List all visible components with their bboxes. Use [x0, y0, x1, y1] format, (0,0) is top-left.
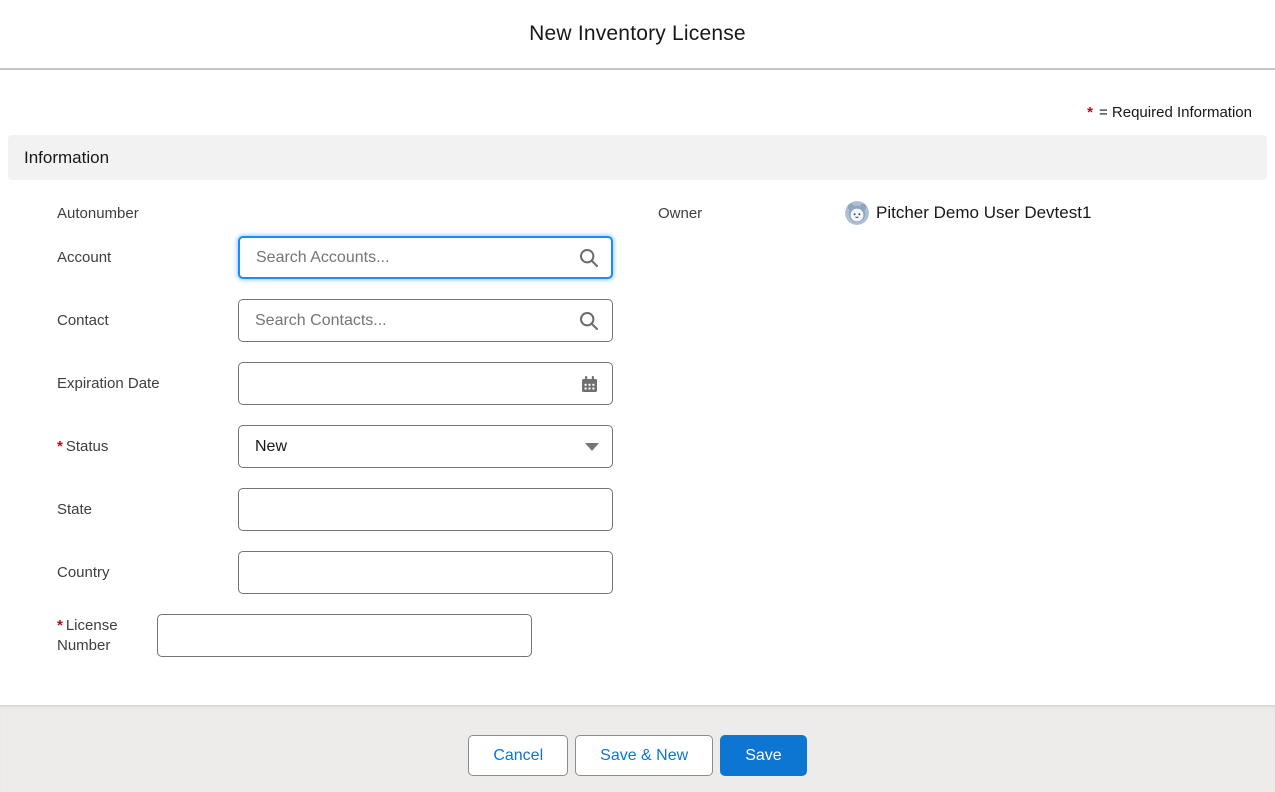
required-note: * = Required Information — [8, 70, 1267, 135]
page-title: New Inventory License — [529, 22, 746, 46]
expiration-date-input[interactable] — [238, 362, 613, 405]
license-number-field-wrap — [157, 614, 532, 657]
save-button[interactable]: Save — [720, 735, 806, 776]
owner-name: Pitcher Demo User Devtest1 — [876, 203, 1091, 223]
field-row-expiration-date: Expiration Date — [57, 362, 637, 405]
field-row-contact: Contact — [57, 299, 637, 342]
expiration-date-picker — [238, 362, 613, 405]
field-label-state: State — [57, 500, 238, 520]
field-row-account: Account — [57, 236, 637, 279]
account-lookup — [238, 236, 613, 279]
field-label-expiration-date: Expiration Date — [57, 374, 238, 394]
field-label-contact: Contact — [57, 311, 238, 331]
required-asterisk: * — [1087, 104, 1093, 121]
contact-lookup — [238, 299, 613, 342]
license-number-input[interactable] — [157, 614, 532, 657]
field-row-country: Country — [57, 551, 637, 594]
required-asterisk: * — [57, 438, 63, 455]
account-search-input[interactable] — [238, 236, 613, 279]
state-field-wrap — [238, 488, 613, 531]
owner-value: Pitcher Demo User Devtest1 — [845, 201, 1091, 225]
field-row-owner: Owner — [658, 201, 1267, 225]
field-row-license-number: *License Number — [57, 614, 637, 657]
field-row-state: State — [57, 488, 637, 531]
modal-header: New Inventory License — [0, 0, 1275, 70]
section-title: Information — [24, 148, 109, 168]
section-header-information: Information — [8, 135, 1267, 180]
field-row-status: *Status New — [57, 425, 637, 468]
field-label-status: *Status — [57, 437, 238, 457]
required-asterisk: * — [57, 617, 63, 634]
field-label-country: Country — [57, 563, 238, 583]
modal-body: * = Required Information Information Auto… — [0, 70, 1275, 677]
form-grid: Autonumber Account — [8, 180, 1267, 677]
country-field-wrap — [238, 551, 613, 594]
country-input[interactable] — [238, 551, 613, 594]
form-column-right: Owner — [637, 204, 1267, 677]
form-column-left: Autonumber Account — [8, 204, 637, 677]
status-combobox-wrap: New — [238, 425, 613, 468]
field-label-account: Account — [57, 248, 238, 268]
field-label-autonumber: Autonumber — [57, 204, 238, 224]
status-selected-value: New — [255, 438, 287, 456]
field-label-owner: Owner — [658, 205, 845, 222]
status-combobox[interactable]: New — [238, 425, 613, 468]
cancel-button[interactable]: Cancel — [468, 735, 568, 776]
field-label-license-number: *License Number — [57, 616, 157, 657]
state-input[interactable] — [238, 488, 613, 531]
user-avatar-icon — [845, 201, 869, 225]
field-row-autonumber: Autonumber — [57, 204, 637, 224]
modal-footer: Cancel Save & New Save — [0, 705, 1275, 792]
required-note-text: = Required Information — [1099, 104, 1252, 121]
contact-search-input[interactable] — [238, 299, 613, 342]
save-and-new-button[interactable]: Save & New — [575, 735, 713, 776]
new-inventory-license-modal: New Inventory License * = Required Inform… — [0, 0, 1275, 677]
